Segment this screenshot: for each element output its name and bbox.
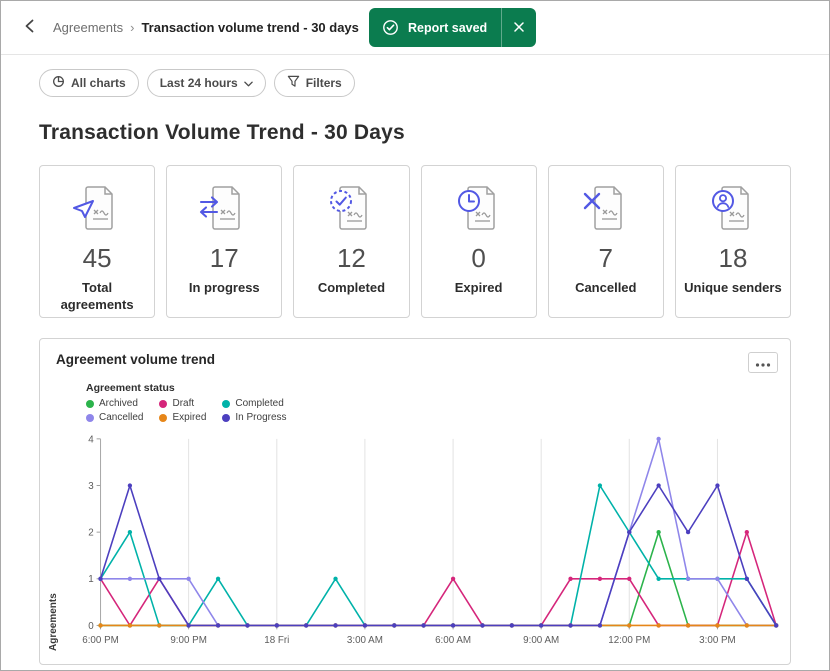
svg-text:9:00 AM: 9:00 AM [523, 635, 559, 646]
svg-text:12:00 PM: 12:00 PM [608, 635, 650, 646]
clock-document-icon [452, 181, 506, 240]
legend-swatch [159, 399, 168, 408]
chart-legend: Agreement status Archived Draft Completed C… [86, 382, 790, 423]
svg-text:3:00 AM: 3:00 AM [347, 635, 383, 646]
stat-label: Expired [454, 280, 503, 295]
stat-label: Unique senders [684, 280, 782, 295]
breadcrumb-separator: › [130, 20, 135, 35]
page-title: Transaction Volume Trend - 30 Days [39, 121, 405, 144]
legend-item[interactable]: Archived [86, 398, 143, 409]
stat-value: 45 [82, 243, 112, 273]
svg-text:6:00 PM: 6:00 PM [82, 635, 119, 646]
report-window: Agreements › Transaction volume trend - … [0, 0, 830, 671]
svg-text:1: 1 [88, 574, 93, 585]
stat-card-total-agreements: 45 Total agreements [39, 165, 156, 318]
legend-swatch [222, 413, 231, 422]
svg-text:3:00 PM: 3:00 PM [699, 635, 736, 646]
legend-label: Draft [172, 398, 195, 409]
chevron-down-icon [243, 76, 253, 90]
stat-label: Cancelled [575, 280, 637, 295]
breadcrumb-current: Transaction volume trend - 30 days [141, 20, 359, 35]
legend-swatch [222, 399, 231, 408]
legend-swatch [159, 413, 168, 422]
legend-item[interactable]: In Progress [222, 412, 287, 423]
toast-close-button[interactable] [502, 8, 536, 47]
top-bar: Agreements › Transaction volume trend - … [1, 1, 829, 55]
toast-label: Report saved [408, 20, 488, 35]
legend-items: Archived Draft Completed Cancelled Expired In… [86, 398, 790, 423]
svg-text:4: 4 [88, 434, 94, 445]
svg-text:0: 0 [88, 621, 94, 632]
stat-card-expired: 0 Expired [420, 165, 537, 318]
stat-label: In progress [188, 280, 260, 295]
send-document-icon [70, 181, 124, 240]
svg-text:18 Fri: 18 Fri [264, 635, 289, 646]
stat-value: 17 [209, 243, 239, 273]
legend-item[interactable]: Expired [159, 412, 206, 423]
svg-text:6:00 AM: 6:00 AM [435, 635, 471, 646]
chart-area: Agreements 6:00 PM 9:00 PM 18 Fri 3:00 AM 6:… [40, 423, 790, 651]
ellipsis-icon [755, 355, 771, 370]
svg-text:2: 2 [88, 528, 93, 539]
back-arrow-icon [22, 18, 38, 37]
legend-label: Archived [99, 398, 138, 409]
breadcrumb: Agreements › Transaction volume trend - … [53, 20, 359, 35]
agreement-volume-trend-card: Agreement volume trend Agreement status … [39, 338, 791, 665]
legend-item[interactable]: Cancelled [86, 412, 143, 423]
legend-label: In Progress [235, 412, 287, 423]
stat-value: 12 [336, 243, 366, 273]
transfer-document-icon [197, 181, 251, 240]
legend-label: Expired [172, 412, 207, 423]
stat-cards-row: 45 Total agreements 17 In progress 12 Co… [39, 165, 792, 318]
legend-title: Agreement status [86, 382, 175, 394]
close-icon [514, 20, 524, 35]
chart-title: Agreement volume trend [56, 352, 216, 367]
legend-item[interactable]: Completed [222, 398, 286, 409]
legend-item[interactable]: Draft [159, 398, 206, 409]
sender-document-icon [706, 181, 760, 240]
stat-label: Completed [317, 280, 386, 295]
y-axis-label: Agreements [48, 593, 59, 651]
stat-card-completed: 12 Completed [293, 165, 410, 318]
stat-value: 0 [471, 243, 486, 273]
legend-swatch [86, 413, 94, 422]
legend-swatch [86, 399, 94, 408]
success-check-icon [382, 19, 399, 36]
svg-text:3: 3 [88, 481, 94, 492]
stat-card-cancelled: 7 Cancelled [547, 165, 664, 318]
breadcrumb-agreements[interactable]: Agreements [53, 20, 123, 35]
time-range-label: Last 24 hours [159, 76, 238, 90]
stat-card-unique-senders: 18 Unique senders [674, 165, 792, 318]
filters-label: Filters [305, 76, 342, 90]
all-charts-label: All charts [71, 76, 126, 90]
filter-funnel-icon [287, 75, 300, 91]
stat-label: Total agreements [60, 280, 134, 312]
filters-button[interactable]: Filters [273, 69, 355, 97]
filters-toolbar: All charts Last 24 hours Filters [39, 69, 829, 97]
back-button[interactable] [15, 13, 45, 43]
time-range-dropdown[interactable]: Last 24 hours [146, 69, 266, 97]
check-document-icon [324, 181, 378, 240]
stat-value: 7 [598, 243, 613, 273]
report-saved-toast: Report saved [369, 8, 537, 47]
stat-card-in-progress: 17 In progress [166, 165, 283, 318]
cancel-document-icon [579, 181, 633, 240]
charts-icon [52, 75, 65, 91]
all-charts-button[interactable]: All charts [39, 69, 139, 97]
legend-label: Cancelled [99, 412, 144, 423]
trend-line-chart: 6:00 PM 9:00 PM 18 Fri 3:00 AM 6:00 AM 9:00 A… [82, 434, 779, 646]
legend-label: Completed [235, 398, 284, 409]
svg-text:9:00 PM: 9:00 PM [170, 635, 207, 646]
more-options-button[interactable] [748, 352, 778, 373]
stat-value: 18 [718, 243, 748, 273]
